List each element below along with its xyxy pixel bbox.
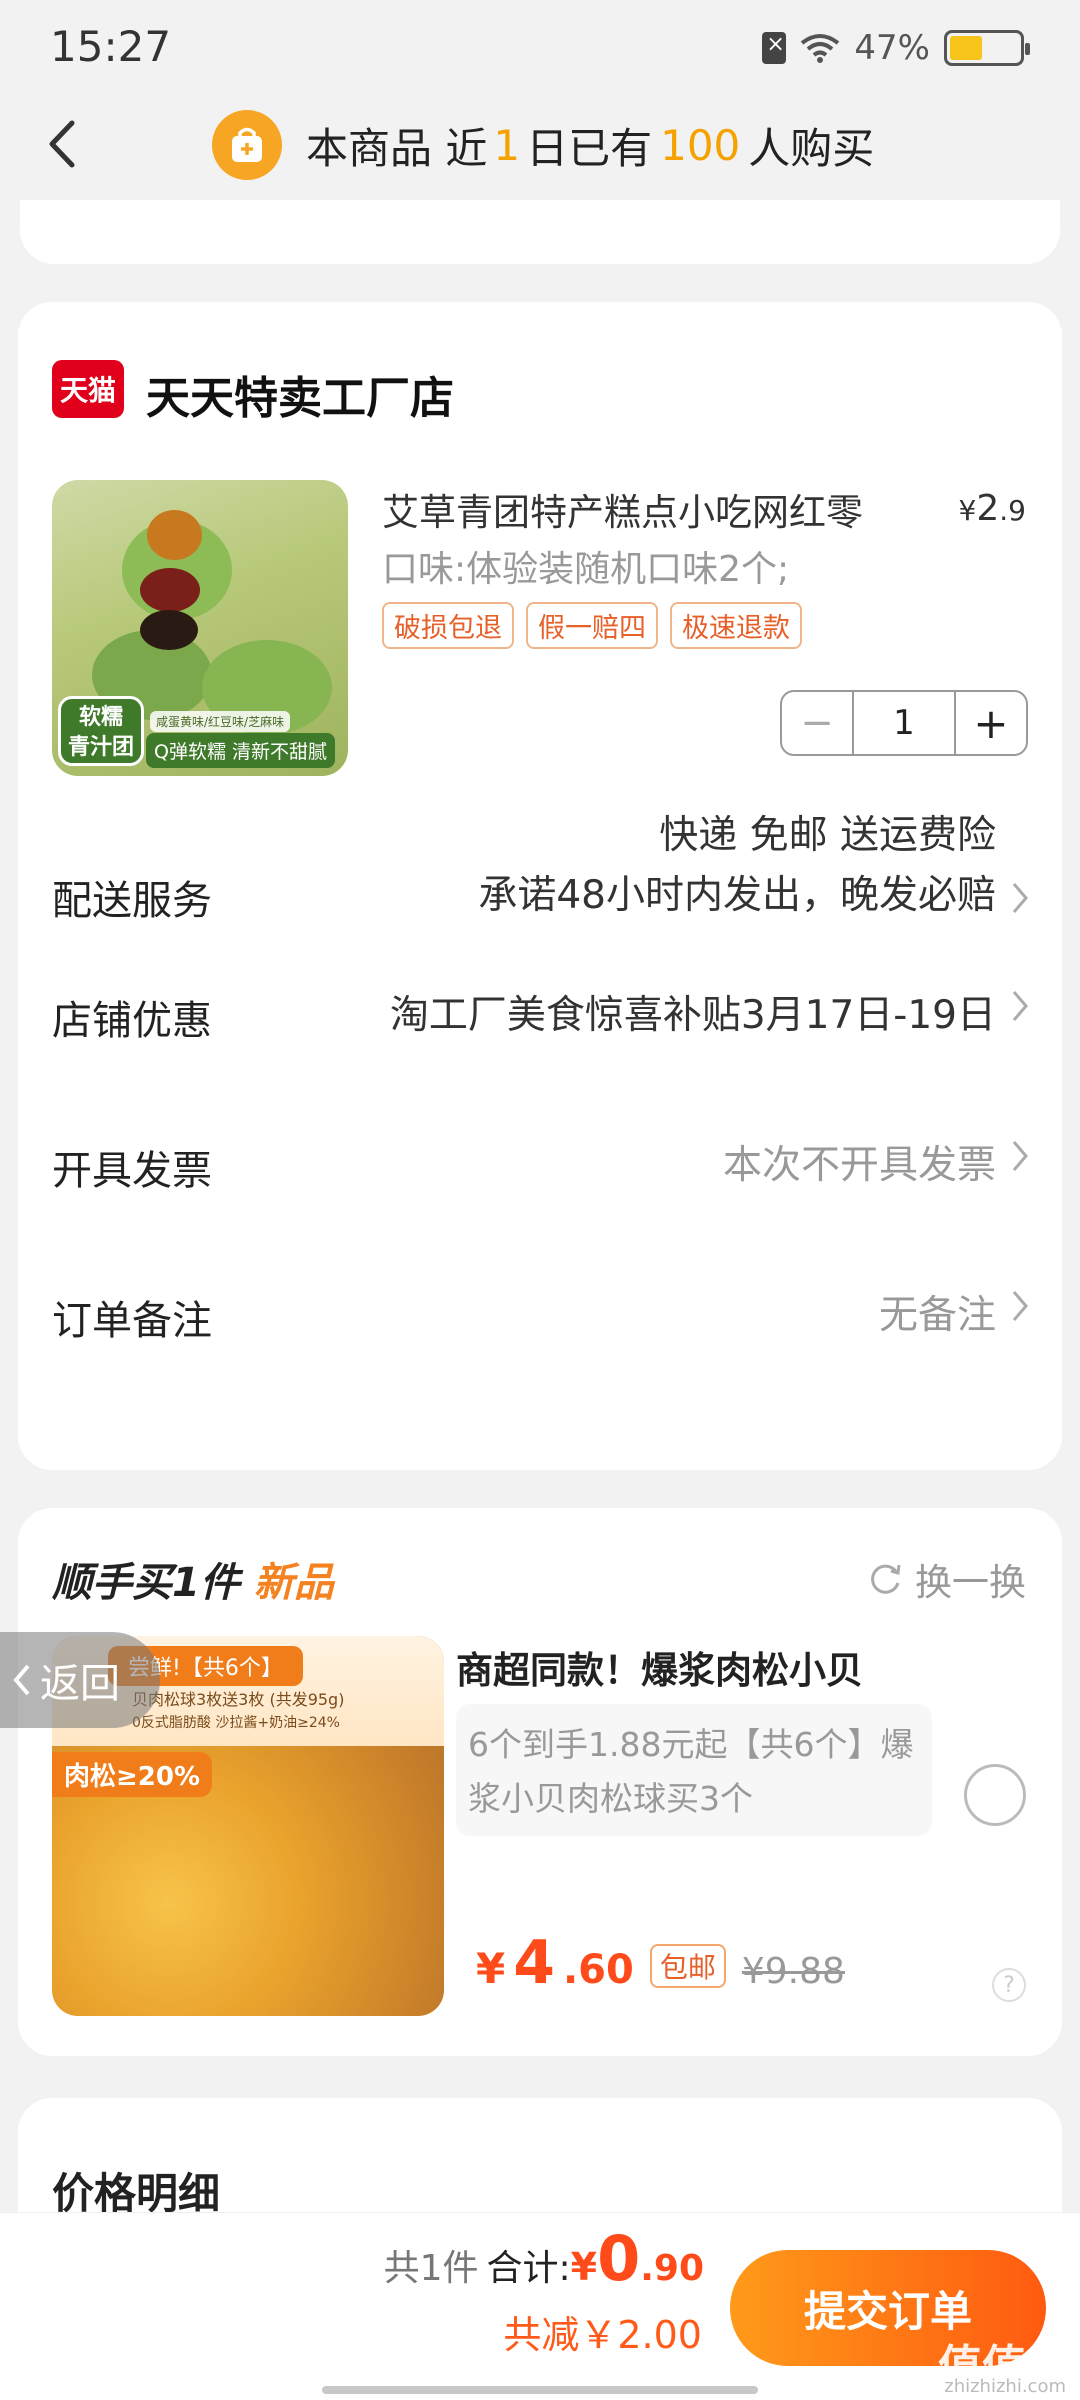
recommend-product-name[interactable]: 商超同款！爆浆肉松小贝 bbox=[456, 1640, 863, 1694]
service-tags: 破损包退 假一赔四 极速退款 bbox=[382, 602, 802, 649]
delivery-line-1: 快递 免邮 送运费险 bbox=[659, 813, 996, 858]
price-dec: .9 bbox=[999, 494, 1026, 527]
item-count: 共1件 bbox=[383, 2248, 479, 2289]
total-saving: 共减￥2.00 bbox=[503, 2313, 702, 2357]
status-time: 15:27 bbox=[50, 22, 172, 71]
tag-damage-refund: 破损包退 bbox=[382, 602, 514, 649]
address-card-edge bbox=[20, 200, 1060, 264]
discount-label: 店铺优惠 bbox=[52, 998, 212, 1044]
invoice-value[interactable]: 本次不开具发票 bbox=[723, 1134, 996, 1190]
quantity-value[interactable]: 1 bbox=[854, 692, 954, 754]
delivery-line-2: 承诺48小时内发出，晚发必赔 bbox=[478, 873, 996, 918]
recommendation-title: 顺手买1件 新品 bbox=[52, 1550, 334, 1608]
back-button[interactable] bbox=[36, 116, 86, 172]
price-symbol: ¥ bbox=[958, 494, 977, 527]
notice-count: 100 bbox=[660, 120, 741, 170]
total-line: 共1件 合计: ¥0.90 bbox=[384, 2222, 704, 2295]
delivery-value[interactable]: 快递 免邮 送运费险 承诺48小时内发出，晚发必赔 bbox=[478, 806, 996, 926]
product-image-slogan: Q弹软糯 清新不甜腻 bbox=[146, 733, 335, 768]
decrease-button[interactable]: − bbox=[782, 692, 854, 754]
increase-button[interactable]: + bbox=[954, 692, 1026, 754]
tag-fast-refund: 极速退款 bbox=[670, 602, 802, 649]
watermark-sub: zhizhizhi.com bbox=[944, 2376, 1066, 2397]
battery-icon bbox=[944, 30, 1030, 66]
help-icon[interactable]: ? bbox=[992, 1968, 1026, 2002]
recommend-product-desc: 6个到手1.88元起【共6个】爆浆小贝肉松球买3个 bbox=[456, 1704, 932, 1836]
purchase-notice: 本商品 近 1 日已有 100 人购买 bbox=[212, 110, 874, 180]
free-shipping-badge: 包邮 bbox=[649, 1944, 726, 1988]
total-int: 0 bbox=[597, 2222, 641, 2295]
select-recommend-radio[interactable] bbox=[964, 1764, 1026, 1826]
image-sub-text-2: 0反式脂肪酸 沙拉酱+奶油≥24% bbox=[132, 1715, 340, 1731]
chevron-left-icon bbox=[49, 120, 75, 168]
refresh-label: 换一换 bbox=[915, 1561, 1026, 1604]
chevron-right-icon[interactable] bbox=[1008, 986, 1032, 1026]
notice-prefix: 本商品 近 bbox=[306, 123, 488, 173]
chevron-right-icon[interactable] bbox=[1008, 1286, 1032, 1326]
tag-fake-compensation: 假一赔四 bbox=[526, 602, 658, 649]
notice-days: 1 bbox=[493, 120, 521, 170]
recommend-price-dec: .60 bbox=[562, 1947, 634, 1993]
status-icons: 47% bbox=[762, 28, 1030, 68]
invoice-label: 开具发票 bbox=[52, 1148, 212, 1194]
new-tag: 新品 bbox=[253, 1560, 334, 1606]
recommend-price: ¥4.60 包邮 ¥9.88 bbox=[476, 1928, 845, 1998]
store-name[interactable]: 天天特卖工厂店 bbox=[146, 362, 454, 426]
quantity-stepper: − 1 + bbox=[780, 690, 1028, 756]
product-price: ¥2.9 bbox=[959, 488, 1026, 529]
product-image[interactable]: 咸蛋黄味/红豆味/芝麻味 软糯 青汁团 Q弹软糯 清新不甜腻 bbox=[52, 480, 348, 776]
discount-value[interactable]: 淘工厂美食惊喜补贴3月17日-19日 bbox=[390, 984, 996, 1040]
wifi-icon bbox=[801, 34, 840, 63]
image-meatfloss-tag: 肉松≥20% bbox=[52, 1752, 213, 1797]
notice-suffix: 人购买 bbox=[748, 123, 875, 173]
notice-mid: 日已有 bbox=[526, 123, 653, 173]
store-order-card: 天猫 天天特卖工厂店 咸蛋黄味/红豆味/芝麻味 软糯 青汁团 Q弹软糯 清新不甜腻… bbox=[18, 302, 1062, 1470]
battery-fill bbox=[950, 36, 982, 60]
no-sim-icon bbox=[762, 32, 787, 64]
product-spec[interactable]: 口味:体验装随机口味2个; bbox=[382, 540, 789, 592]
original-price: ¥9.88 bbox=[741, 1951, 845, 1992]
delivery-label: 配送服务 bbox=[52, 878, 212, 924]
chevron-right-icon[interactable] bbox=[1008, 878, 1032, 918]
total-yen: ¥ bbox=[570, 2245, 598, 2289]
recommend-price-yen: ¥ bbox=[476, 1944, 506, 1993]
chevron-right-icon[interactable] bbox=[1008, 1136, 1032, 1176]
note-label: 订单备注 bbox=[52, 1298, 212, 1344]
product-title[interactable]: 艾草青团特产糕点小吃网红零 bbox=[382, 482, 942, 536]
product-image-flavors: 咸蛋黄味/红豆味/芝麻味 bbox=[150, 711, 291, 732]
refresh-icon bbox=[871, 1564, 901, 1594]
add-on-recommendation-card: 顺手买1件 新品 换一换 尝鲜!【共6个】 贝肉松球3枚送3枚 (共发95g) 0… bbox=[18, 1508, 1062, 2056]
total-dec: .90 bbox=[640, 2248, 704, 2289]
shopping-bag-icon bbox=[212, 110, 282, 180]
recommend-price-int: 4 bbox=[513, 1928, 555, 1998]
battery-percent: 47% bbox=[854, 28, 930, 68]
floating-back-label: 返回 bbox=[40, 1661, 120, 1707]
refresh-button[interactable]: 换一换 bbox=[865, 1552, 1026, 1606]
recommendation-title-text: 顺手买1件 bbox=[52, 1560, 240, 1606]
note-value[interactable]: 无备注 bbox=[879, 1284, 996, 1340]
image-sub-text: 贝肉松球3枚送3枚 (共发95g) bbox=[132, 1690, 345, 1709]
price-int: 2 bbox=[976, 488, 1000, 529]
total-label: 合计: bbox=[486, 2248, 571, 2289]
tmall-logo: 天猫 bbox=[52, 360, 124, 418]
chevron-left-icon bbox=[13, 1664, 30, 1696]
floating-back-button[interactable]: 返回 bbox=[0, 1632, 160, 1728]
home-indicator[interactable] bbox=[322, 2386, 758, 2394]
product-image-badge: 软糯 青汁团 bbox=[58, 696, 144, 766]
